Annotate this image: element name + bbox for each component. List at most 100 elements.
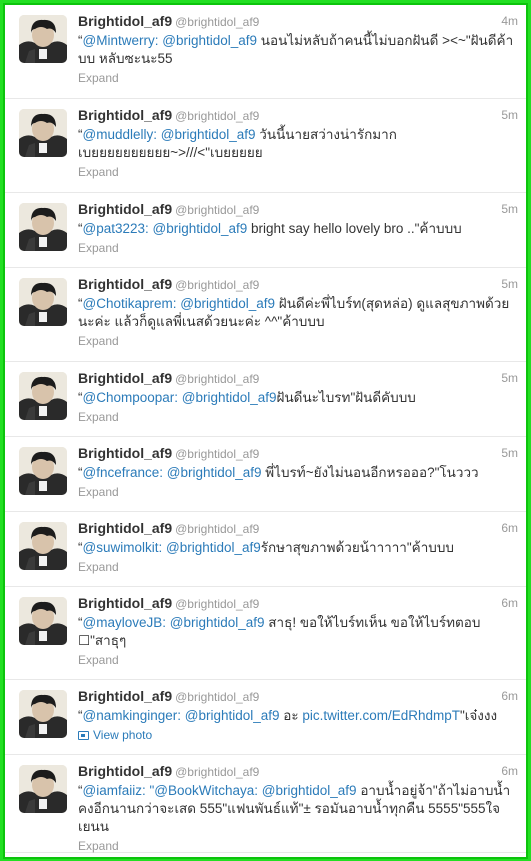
- tweet-content: Brightidol_af9 @brightidol_af9 5m “@Chompoo…: [78, 369, 518, 425]
- mention-link[interactable]: @brightidol_af9: [153, 221, 248, 236]
- tweet-item[interactable]: Brightidol_af9 @brightidol_af9 4m “@Mintwer…: [5, 5, 526, 99]
- expand-button[interactable]: Expand: [78, 240, 518, 256]
- tweet-body: รักษาสุขภาพด้วยน้าาาาา"ค้าบบบ: [260, 540, 455, 555]
- user-fullname[interactable]: Brightidol_af9: [78, 276, 172, 292]
- user-handle[interactable]: @brightidol_af9: [175, 15, 259, 29]
- mention-link[interactable]: @brightidol_af9: [262, 783, 357, 798]
- user-fullname[interactable]: Brightidol_af9: [78, 107, 172, 123]
- tweet-timestamp[interactable]: 5m: [501, 200, 518, 218]
- avatar[interactable]: [19, 278, 67, 326]
- mention-link[interactable]: @brightidol_af9: [182, 390, 277, 405]
- mention-link[interactable]: "@BookWitchaya:: [149, 783, 258, 798]
- mention-link[interactable]: @Mintwerry:: [83, 33, 159, 48]
- expand-button[interactable]: Expand: [78, 559, 518, 575]
- expand-button[interactable]: Expand: [78, 652, 518, 668]
- tweet-item[interactable]: Brightidol_af9 @brightidol_af9 5m “@fncefra…: [5, 437, 526, 512]
- mention-link[interactable]: @brightidol_af9: [166, 540, 261, 555]
- user-fullname[interactable]: Brightidol_af9: [78, 763, 172, 779]
- tweet-text: “@mayloveJB: @brightidol_af9 สาธุ! ขอให้…: [78, 614, 518, 650]
- tweet-timestamp[interactable]: 6m: [501, 762, 518, 780]
- avatar[interactable]: [19, 690, 67, 738]
- tweet-content: Brightidol_af9 @brightidol_af9 6m “@maylove…: [78, 594, 518, 668]
- avatar[interactable]: [19, 15, 67, 63]
- expand-button[interactable]: Expand: [78, 164, 518, 180]
- user-fullname[interactable]: Brightidol_af9: [78, 445, 172, 461]
- avatar[interactable]: [19, 765, 67, 813]
- tweet-text: “@iamfaiiz: "@BookWitchaya: @brightidol_…: [78, 782, 518, 836]
- mention-link[interactable]: @brightidol_af9: [180, 296, 275, 311]
- tweet-text: “@Chotikaprem: @brightidol_af9 ฝันดีค่ะพ…: [78, 295, 518, 331]
- user-handle[interactable]: @brightidol_af9: [175, 447, 259, 461]
- mention-link[interactable]: @brightidol_af9: [162, 33, 257, 48]
- user-fullname[interactable]: Brightidol_af9: [78, 688, 172, 704]
- tweet-content: Brightidol_af9 @brightidol_af9 6m “@suwimol…: [78, 519, 518, 575]
- tweet-header: Brightidol_af9 @brightidol_af9 5m: [78, 369, 518, 387]
- expand-button[interactable]: Expand: [78, 838, 518, 854]
- mention-link[interactable]: @namkinginger:: [83, 708, 182, 723]
- tweet-item[interactable]: Brightidol_af9 @brightidol_af9 6m “@suwimol…: [5, 512, 526, 587]
- user-fullname[interactable]: Brightidol_af9: [78, 370, 172, 386]
- expand-button[interactable]: Expand: [78, 409, 518, 425]
- mention-link[interactable]: @brightidol_af9: [170, 615, 265, 630]
- tweet-content: Brightidol_af9 @brightidol_af9 5m “@Chotika…: [78, 275, 518, 349]
- user-handle[interactable]: @brightidol_af9: [175, 765, 259, 779]
- mention-link[interactable]: @suwimolkit:: [83, 540, 163, 555]
- expand-button[interactable]: Expand: [78, 333, 518, 349]
- user-handle[interactable]: @brightidol_af9: [175, 203, 259, 217]
- timeline: Brightidol_af9 @brightidol_af9 4m “@Mintwer…: [3, 3, 528, 859]
- tweet-timestamp[interactable]: 5m: [501, 369, 518, 387]
- tweet-item[interactable]: Brightidol_af9 @brightidol_af9 5m “@Chotika…: [5, 268, 526, 362]
- tweet-header: Brightidol_af9 @brightidol_af9 5m: [78, 106, 518, 124]
- avatar[interactable]: [19, 597, 67, 645]
- tweet-content: Brightidol_af9 @brightidol_af9 5m “@muddlel…: [78, 106, 518, 180]
- user-handle[interactable]: @brightidol_af9: [175, 522, 259, 536]
- avatar[interactable]: [19, 522, 67, 570]
- user-fullname[interactable]: Brightidol_af9: [78, 595, 172, 611]
- mention-link[interactable]: @muddlelly:: [83, 127, 157, 142]
- avatar[interactable]: [19, 447, 67, 495]
- user-fullname[interactable]: Brightidol_af9: [78, 520, 172, 536]
- avatar[interactable]: [19, 372, 67, 420]
- mention-link[interactable]: @Chompoopar:: [83, 390, 179, 405]
- mention-link[interactable]: @iamfaiiz:: [83, 783, 146, 798]
- user-fullname[interactable]: Brightidol_af9: [78, 13, 172, 29]
- mention-link[interactable]: @brightidol_af9: [185, 708, 280, 723]
- tweet-item[interactable]: Brightidol_af9 @brightidol_af9 5m “@muddlel…: [5, 99, 526, 193]
- user-handle[interactable]: @brightidol_af9: [175, 597, 259, 611]
- avatar[interactable]: [19, 109, 67, 157]
- mention-link[interactable]: @Chotikaprem:: [83, 296, 177, 311]
- user-handle[interactable]: @brightidol_af9: [175, 690, 259, 704]
- view-photo-button[interactable]: View photo: [78, 727, 518, 743]
- tweet-header: Brightidol_af9 @brightidol_af9 6m: [78, 687, 518, 705]
- photo-link[interactable]: pic.twitter.com/EdRhdmpT: [302, 708, 460, 723]
- tweet-header: Brightidol_af9 @brightidol_af9 6m: [78, 519, 518, 537]
- tweet-timestamp[interactable]: 5m: [501, 444, 518, 462]
- mention-link[interactable]: @brightidol_af9: [161, 127, 256, 142]
- tweet-header: Brightidol_af9 @brightidol_af9 5m: [78, 200, 518, 218]
- user-handle[interactable]: @brightidol_af9: [175, 109, 259, 123]
- mention-link[interactable]: @brightidol_af9: [167, 465, 262, 480]
- tweet-timestamp[interactable]: 5m: [501, 106, 518, 124]
- tweet-timestamp[interactable]: 6m: [501, 519, 518, 537]
- tweet-item[interactable]: Brightidol_af9 @brightidol_af9 6m “@namking…: [5, 680, 526, 755]
- user-handle[interactable]: @brightidol_af9: [175, 372, 259, 386]
- mention-link[interactable]: @fncefrance:: [83, 465, 164, 480]
- expand-button[interactable]: Expand: [78, 484, 518, 500]
- tweet-item[interactable]: Brightidol_af9 @brightidol_af9 5m “@Chompoo…: [5, 362, 526, 437]
- mention-link[interactable]: @pat3223:: [83, 221, 149, 236]
- tweet-header: Brightidol_af9 @brightidol_af9 5m: [78, 444, 518, 462]
- avatar[interactable]: [19, 203, 67, 251]
- tweet-timestamp[interactable]: 6m: [501, 687, 518, 705]
- tweet-content: Brightidol_af9 @brightidol_af9 6m “@iamfaii…: [78, 762, 518, 854]
- tweet-timestamp[interactable]: 6m: [501, 594, 518, 612]
- tweet-item[interactable]: Brightidol_af9 @brightidol_af9 6m “@iamfaii…: [5, 755, 526, 853]
- expand-button[interactable]: Expand: [78, 70, 518, 86]
- tweet-item[interactable]: Brightidol_af9 @brightidol_af9 6m “@maylove…: [5, 587, 526, 680]
- tweet-text: “@muddlelly: @brightidol_af9 วันนี้นายสว…: [78, 126, 518, 162]
- tweet-timestamp[interactable]: 4m: [501, 12, 518, 30]
- mention-link[interactable]: @mayloveJB:: [83, 615, 166, 630]
- user-handle[interactable]: @brightidol_af9: [175, 278, 259, 292]
- user-fullname[interactable]: Brightidol_af9: [78, 201, 172, 217]
- tweet-item[interactable]: Brightidol_af9 @brightidol_af9 5m “@pat3223…: [5, 193, 526, 268]
- tweet-timestamp[interactable]: 5m: [501, 275, 518, 293]
